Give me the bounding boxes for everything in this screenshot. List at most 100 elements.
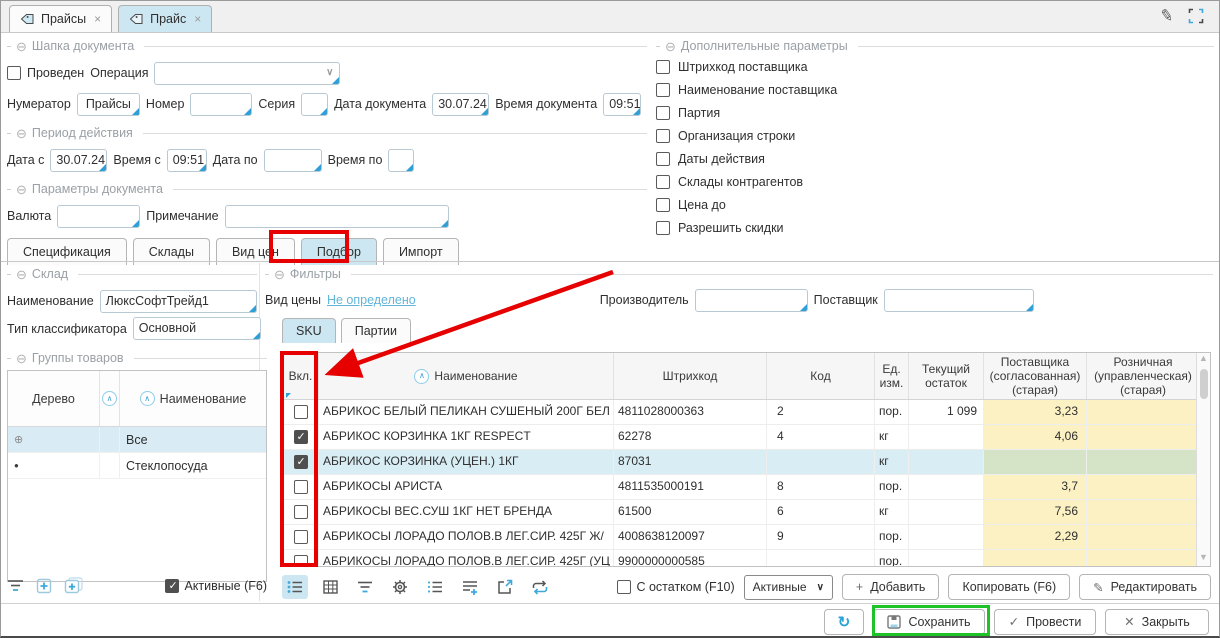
tab-sku[interactable]: SKU bbox=[282, 318, 336, 343]
with-stock-checkbox[interactable] bbox=[617, 580, 631, 594]
view-grid-icon[interactable] bbox=[317, 575, 343, 599]
fullscreen-icon[interactable] bbox=[1187, 8, 1205, 24]
counterparty-warehouses-checkbox[interactable] bbox=[656, 175, 670, 189]
stock-column-header[interactable]: Текущий остаток bbox=[909, 353, 984, 399]
table-row[interactable]: АБРИКОС БЕЛЫЙ ПЕЛИКАН СУШЕНЫЙ 200Г БЕЛ 4… bbox=[283, 400, 1210, 425]
collapse-icon[interactable]: ⊖ bbox=[16, 40, 27, 53]
numbered-list-icon[interactable] bbox=[422, 575, 448, 599]
row-include-checkbox[interactable] bbox=[294, 555, 308, 567]
supplier-price-column-header[interactable]: Поставщика (согласованная) (старая) bbox=[984, 353, 1087, 399]
operation-select[interactable]: ∨ bbox=[154, 62, 340, 85]
supplier-price-cell: 3,23 bbox=[984, 400, 1087, 424]
edit-pencil-icon[interactable]: ✎ bbox=[1158, 5, 1175, 27]
price-to-checkbox[interactable] bbox=[656, 198, 670, 212]
collapse-icon[interactable]: ⊖ bbox=[665, 40, 676, 53]
tab-batches[interactable]: Партии bbox=[341, 318, 411, 343]
collapse-icon[interactable]: ⊖ bbox=[16, 352, 27, 365]
doc-time-input[interactable]: 09:51 bbox=[603, 93, 641, 116]
edit-button[interactable]: ✎Редактировать bbox=[1079, 574, 1211, 600]
add-subgroup-icon[interactable] bbox=[64, 577, 83, 594]
row-include-checkbox[interactable] bbox=[294, 480, 308, 494]
collapse-icon[interactable]: ⊖ bbox=[274, 268, 285, 281]
doc-date-input[interactable]: 30.07.24 bbox=[432, 93, 489, 116]
allow-discounts-checkbox[interactable] bbox=[656, 221, 670, 235]
add-row-icon[interactable] bbox=[457, 575, 483, 599]
time-from-input[interactable]: 09:51 bbox=[167, 149, 207, 172]
tree-column-header[interactable]: Дерево bbox=[8, 371, 100, 426]
number-input[interactable] bbox=[190, 93, 252, 116]
stock-cell: 1 099 bbox=[909, 400, 984, 424]
date-from-input[interactable]: 30.07.24 bbox=[50, 149, 107, 172]
refresh-button[interactable]: ↻ bbox=[824, 609, 864, 635]
scroll-up-icon[interactable]: ▲ bbox=[1199, 353, 1208, 367]
collapse-icon[interactable]: ⊖ bbox=[16, 183, 27, 196]
unit-cell: кг bbox=[875, 500, 909, 524]
table-row[interactable]: АБРИКОС КОРЗИНКА (УЦЕН.) 1КГ 87031 кг bbox=[283, 450, 1210, 475]
row-include-checkbox[interactable] bbox=[294, 530, 308, 544]
series-input[interactable] bbox=[301, 93, 328, 116]
batch-checkbox[interactable] bbox=[656, 106, 670, 120]
include-column-header[interactable]: Вкл. bbox=[283, 353, 319, 399]
price-type-link[interactable]: Не определено bbox=[327, 293, 416, 307]
sort-asc-icon[interactable]: ∧ bbox=[102, 391, 117, 406]
retail-price-column-header[interactable]: Розничная (управленческая) (старая) bbox=[1087, 353, 1199, 399]
manufacturer-input[interactable] bbox=[695, 289, 808, 312]
supplier-name-checkbox[interactable] bbox=[656, 83, 670, 97]
reload-icon[interactable] bbox=[527, 575, 553, 599]
classifier-type-input[interactable]: Основной bbox=[133, 317, 261, 340]
table-row[interactable]: АБРИКОСЫ ВЕС.СУШ 1КГ НЕТ БРЕНДА 61500 6 … bbox=[283, 500, 1210, 525]
warehouse-name-input[interactable]: ЛюксСофтТрейд1 bbox=[100, 290, 257, 313]
refresh-icon: ↻ bbox=[838, 613, 851, 631]
barcode-cell: 4811535000191 bbox=[614, 475, 767, 499]
currency-input[interactable] bbox=[57, 205, 140, 228]
open-external-icon[interactable] bbox=[492, 575, 518, 599]
row-organization-checkbox[interactable] bbox=[656, 129, 670, 143]
time-to-input[interactable] bbox=[388, 149, 414, 172]
close-icon[interactable]: × bbox=[194, 12, 201, 26]
add-group-icon[interactable] bbox=[36, 578, 52, 594]
filter-icon[interactable] bbox=[7, 579, 24, 593]
unit-column-header[interactable]: Ед. изм. bbox=[875, 353, 909, 399]
table-row[interactable]: АБРИКОСЫ ЛОРАДО ПОЛОВ.В ЛЕГ.СИР. 425Г (У… bbox=[283, 550, 1210, 567]
barcode-column-header[interactable]: Штрихкод bbox=[614, 353, 767, 399]
table-row[interactable]: АБРИКОСЫ ЛОРАДО ПОЛОВ.В ЛЕГ.СИР. 425Г Ж/… bbox=[283, 525, 1210, 550]
collapse-icon[interactable]: ⊖ bbox=[16, 268, 27, 281]
copy-button[interactable]: Копировать (F6) bbox=[948, 574, 1070, 600]
validity-dates-checkbox[interactable] bbox=[656, 152, 670, 166]
window-tab-pricelist[interactable]: Прайс × bbox=[118, 5, 212, 32]
vertical-scrollbar[interactable]: ▲ ▼ bbox=[1196, 353, 1210, 566]
collapse-icon[interactable]: ⊖ bbox=[16, 127, 27, 140]
window-tab-pricelists[interactable]: Прайсы × bbox=[9, 5, 112, 32]
posted-checkbox[interactable] bbox=[7, 66, 21, 80]
supplier-input[interactable] bbox=[884, 289, 1034, 312]
numerator-button[interactable]: Прайсы bbox=[77, 93, 140, 116]
close-button[interactable]: ✕Закрыть bbox=[1105, 609, 1209, 635]
table-row[interactable]: АБРИКОСЫ АРИСТА 4811535000191 8 пор. 3,7 bbox=[283, 475, 1210, 500]
expand-icon[interactable]: ⊕ bbox=[8, 427, 100, 452]
date-to-input[interactable] bbox=[264, 149, 322, 172]
row-include-checkbox[interactable] bbox=[294, 455, 308, 469]
view-list-icon[interactable] bbox=[282, 575, 308, 599]
post-button[interactable]: ✓Провести bbox=[994, 609, 1096, 635]
code-column-header[interactable]: Код bbox=[767, 353, 875, 399]
save-button[interactable]: Сохранить bbox=[873, 609, 985, 635]
row-include-checkbox[interactable] bbox=[294, 505, 308, 519]
row-include-checkbox[interactable] bbox=[294, 430, 308, 444]
name-column-header[interactable]: ∧Наименование bbox=[319, 353, 614, 399]
add-button[interactable]: +Добавить bbox=[842, 574, 940, 600]
active-filter-select[interactable]: Активные ∨ bbox=[744, 575, 833, 600]
active-groups-checkbox[interactable] bbox=[165, 579, 179, 593]
table-row[interactable]: АБРИКОС КОРЗИНКА 1КГ RESPECT 62278 4 кг … bbox=[283, 425, 1210, 450]
sort-asc-icon[interactable]: ∧ bbox=[414, 369, 429, 384]
row-include-checkbox[interactable] bbox=[294, 405, 308, 419]
sort-asc-icon[interactable]: ∧ bbox=[140, 391, 155, 406]
close-icon[interactable]: × bbox=[94, 12, 101, 26]
filter-icon[interactable] bbox=[352, 575, 378, 599]
scroll-down-icon[interactable]: ▼ bbox=[1199, 552, 1208, 566]
tree-row[interactable]: ⊕ Все bbox=[8, 427, 266, 453]
tree-row[interactable]: ● Стеклопосуда bbox=[8, 453, 266, 479]
supplier-barcode-checkbox[interactable] bbox=[656, 60, 670, 74]
note-input[interactable] bbox=[225, 205, 449, 228]
scrollbar-thumb[interactable] bbox=[1200, 369, 1208, 399]
settings-gear-icon[interactable] bbox=[387, 575, 413, 599]
